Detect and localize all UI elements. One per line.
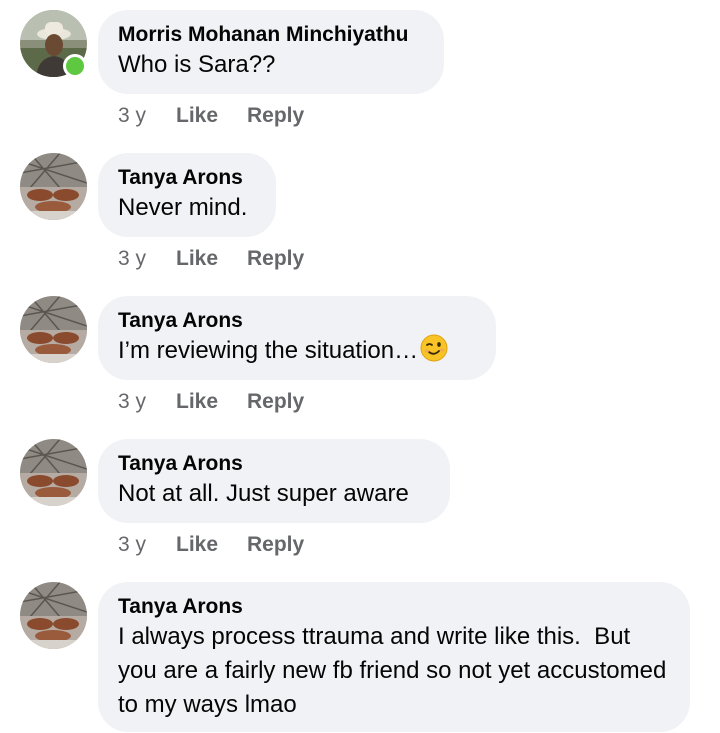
- avatar-photo-bowls: [20, 153, 87, 220]
- comment-actions: 3 y Like Reply: [118, 532, 304, 558]
- avatar[interactable]: [20, 582, 87, 649]
- comment-author[interactable]: Tanya Arons: [118, 165, 256, 191]
- avatar[interactable]: [20, 439, 87, 506]
- comment-timestamp[interactable]: 3 y: [118, 532, 176, 558]
- avatar-photo-bowls: [20, 439, 87, 506]
- comment-author[interactable]: Morris Mohanan Minchiyathu: [118, 22, 424, 48]
- comment-actions: 3 y Like Reply: [118, 389, 304, 415]
- avatar-photo-bowls: [20, 582, 87, 649]
- comment-bubble: Tanya Arons I always process ttrauma and…: [98, 582, 690, 732]
- comment-text: Not at all. Just super aware: [118, 480, 409, 507]
- comment-timestamp[interactable]: 3 y: [118, 246, 176, 272]
- reply-button[interactable]: Reply: [247, 246, 304, 272]
- comment-actions: 3 y Like Reply: [118, 103, 304, 129]
- comment-text-content: I’m reviewing the situation…: [118, 337, 419, 364]
- comment-bubble: Morris Mohanan Minchiyathu Who is Sara??: [98, 10, 444, 94]
- like-button[interactable]: Like: [176, 103, 247, 129]
- winking-face-icon: [420, 334, 448, 362]
- comment-actions: 3 y Like Reply: [118, 246, 304, 272]
- comment-timestamp[interactable]: 3 y: [118, 103, 176, 129]
- comment-timestamp[interactable]: 3 y: [118, 389, 176, 415]
- avatar[interactable]: [20, 296, 87, 363]
- like-button[interactable]: Like: [176, 246, 247, 272]
- comment-bubble: Tanya Arons Not at all. Just super aware: [98, 439, 450, 523]
- comment-text: Never mind.: [118, 194, 248, 221]
- reply-button[interactable]: Reply: [247, 103, 304, 129]
- comment-author[interactable]: Tanya Arons: [118, 594, 670, 620]
- like-button[interactable]: Like: [176, 532, 247, 558]
- comment-text: Who is Sara??: [118, 51, 276, 78]
- avatar-photo-bowls: [20, 296, 87, 363]
- avatar[interactable]: [20, 153, 87, 220]
- comment-bubble: Tanya Arons I’m reviewing the situation…: [98, 296, 496, 380]
- comment-text: I always process ttrauma and write like …: [118, 623, 673, 718]
- comment-author[interactable]: Tanya Arons: [118, 308, 476, 334]
- comment-text: I’m reviewing the situation…: [118, 334, 476, 368]
- like-button[interactable]: Like: [176, 389, 247, 415]
- comment-bubble: Tanya Arons Never mind.: [98, 153, 276, 237]
- comment-author[interactable]: Tanya Arons: [118, 451, 430, 477]
- reply-button[interactable]: Reply: [247, 532, 304, 558]
- online-status-icon: [63, 54, 87, 78]
- reply-button[interactable]: Reply: [247, 389, 304, 415]
